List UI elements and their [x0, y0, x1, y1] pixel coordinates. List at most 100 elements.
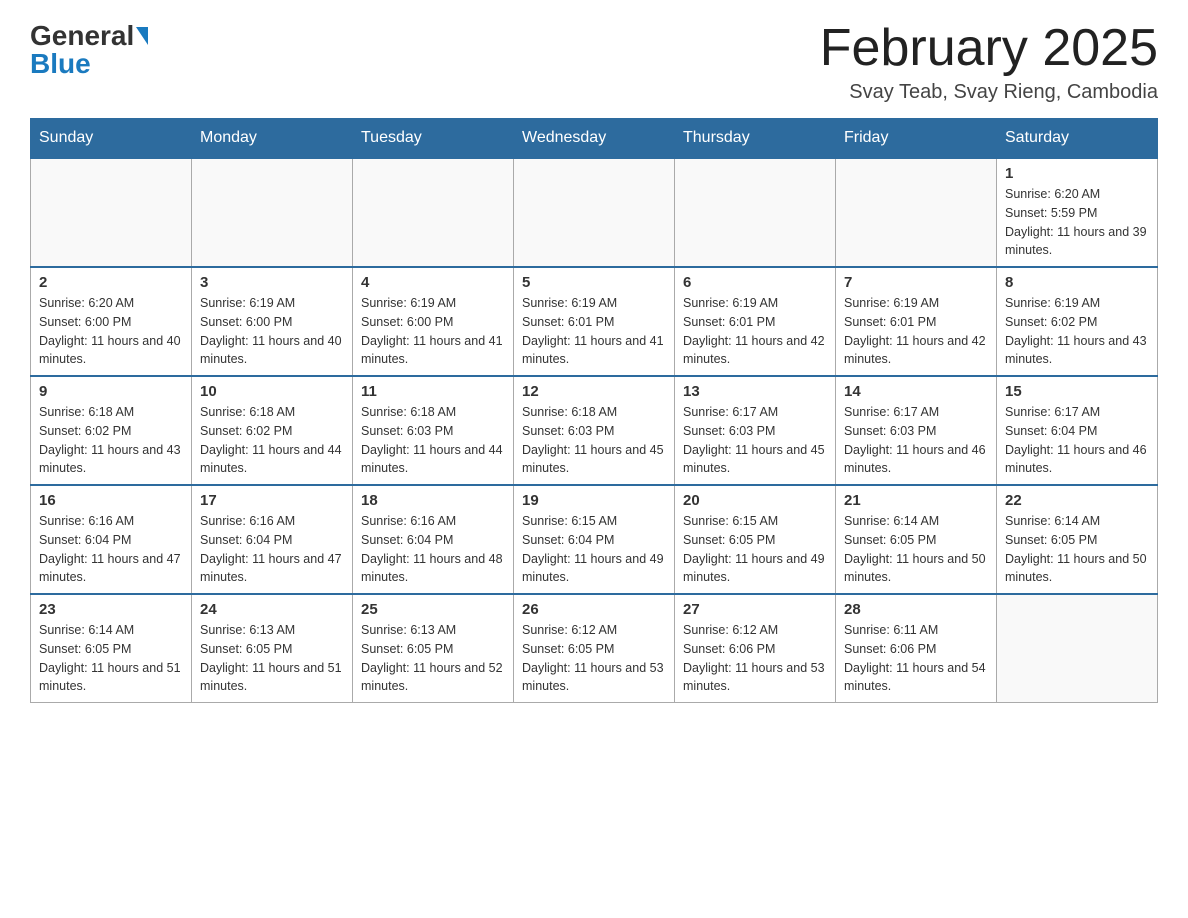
day-info: Sunrise: 6:17 AMSunset: 6:03 PMDaylight:… [844, 403, 988, 478]
day-info: Sunrise: 6:14 AMSunset: 6:05 PMDaylight:… [39, 621, 183, 696]
calendar-week-row: 23 Sunrise: 6:14 AMSunset: 6:05 PMDayligh… [31, 594, 1158, 703]
day-info: Sunrise: 6:12 AMSunset: 6:06 PMDaylight:… [683, 621, 827, 696]
day-info: Sunrise: 6:18 AMSunset: 6:03 PMDaylight:… [361, 403, 505, 478]
calendar-cell: 12 Sunrise: 6:18 AMSunset: 6:03 PMDayligh… [514, 376, 675, 485]
day-number: 25 [361, 601, 505, 618]
calendar-week-row: 1 Sunrise: 6:20 AMSunset: 5:59 PMDaylight… [31, 158, 1158, 267]
day-number: 20 [683, 492, 827, 509]
day-info: Sunrise: 6:16 AMSunset: 6:04 PMDaylight:… [361, 512, 505, 587]
day-number: 4 [361, 274, 505, 291]
calendar-cell: 6 Sunrise: 6:19 AMSunset: 6:01 PMDaylight… [675, 267, 836, 376]
day-number: 19 [522, 492, 666, 509]
calendar-cell: 11 Sunrise: 6:18 AMSunset: 6:03 PMDayligh… [353, 376, 514, 485]
calendar-cell: 1 Sunrise: 6:20 AMSunset: 5:59 PMDaylight… [997, 158, 1158, 267]
calendar-cell: 26Sunrise: 6:12 AMSunset: 6:05 PMDayligh… [514, 594, 675, 703]
day-number: 1 [1005, 165, 1149, 182]
calendar-table: SundayMondayTuesdayWednesdayThursdayFrid… [30, 118, 1158, 703]
calendar-cell: 10 Sunrise: 6:18 AMSunset: 6:02 PMDayligh… [192, 376, 353, 485]
day-number: 17 [200, 492, 344, 509]
logo: General Blue [30, 20, 150, 80]
calendar-header-monday: Monday [192, 119, 353, 159]
day-info: Sunrise: 6:19 AMSunset: 6:01 PMDaylight:… [683, 294, 827, 369]
day-number: 5 [522, 274, 666, 291]
day-number: 21 [844, 492, 988, 509]
calendar-cell [514, 158, 675, 267]
calendar-cell: 19 Sunrise: 6:15 AMSunset: 6:04 PMDayligh… [514, 485, 675, 594]
day-info: Sunrise: 6:18 AMSunset: 6:03 PMDaylight:… [522, 403, 666, 478]
day-info: Sunrise: 6:16 AMSunset: 6:04 PMDaylight:… [200, 512, 344, 587]
calendar-cell: 22 Sunrise: 6:14 AMSunset: 6:05 PMDayligh… [997, 485, 1158, 594]
calendar-cell [31, 158, 192, 267]
day-number: 12 [522, 383, 666, 400]
day-number: 9 [39, 383, 183, 400]
day-number: 3 [200, 274, 344, 291]
day-number: 18 [361, 492, 505, 509]
calendar-cell: 20Sunrise: 6:15 AMSunset: 6:05 PMDayligh… [675, 485, 836, 594]
calendar-header-row: SundayMondayTuesdayWednesdayThursdayFrid… [31, 119, 1158, 159]
calendar-cell: 7Sunrise: 6:19 AMSunset: 6:01 PMDaylight… [836, 267, 997, 376]
day-number: 10 [200, 383, 344, 400]
day-number: 15 [1005, 383, 1149, 400]
calendar-cell: 4Sunrise: 6:19 AMSunset: 6:00 PMDaylight… [353, 267, 514, 376]
logo-blue-text: Blue [30, 48, 91, 79]
day-info: Sunrise: 6:19 AMSunset: 6:02 PMDaylight:… [1005, 294, 1149, 369]
logo-arrow-icon [136, 27, 148, 45]
calendar-week-row: 16 Sunrise: 6:16 AMSunset: 6:04 PMDayligh… [31, 485, 1158, 594]
calendar-cell [192, 158, 353, 267]
calendar-cell [836, 158, 997, 267]
day-info: Sunrise: 6:19 AMSunset: 6:01 PMDaylight:… [522, 294, 666, 369]
calendar-cell: 9Sunrise: 6:18 AMSunset: 6:02 PMDaylight… [31, 376, 192, 485]
calendar-cell [675, 158, 836, 267]
calendar-cell: 25 Sunrise: 6:13 AMSunset: 6:05 PMDayligh… [353, 594, 514, 703]
day-number: 22 [1005, 492, 1149, 509]
day-number: 13 [683, 383, 827, 400]
calendar-cell: 18 Sunrise: 6:16 AMSunset: 6:04 PMDayligh… [353, 485, 514, 594]
calendar-header-saturday: Saturday [997, 119, 1158, 159]
day-number: 2 [39, 274, 183, 291]
calendar-cell: 28 Sunrise: 6:11 AMSunset: 6:06 PMDayligh… [836, 594, 997, 703]
day-info: Sunrise: 6:15 AMSunset: 6:04 PMDaylight:… [522, 512, 666, 587]
day-info: Sunrise: 6:20 AMSunset: 5:59 PMDaylight:… [1005, 185, 1149, 260]
calendar-header-tuesday: Tuesday [353, 119, 514, 159]
calendar-cell: 16 Sunrise: 6:16 AMSunset: 6:04 PMDayligh… [31, 485, 192, 594]
calendar-cell: 21 Sunrise: 6:14 AMSunset: 6:05 PMDayligh… [836, 485, 997, 594]
day-info: Sunrise: 6:12 AMSunset: 6:05 PMDaylight:… [522, 621, 666, 696]
day-info: Sunrise: 6:14 AMSunset: 6:05 PMDaylight:… [844, 512, 988, 587]
day-info: Sunrise: 6:18 AMSunset: 6:02 PMDaylight:… [200, 403, 344, 478]
day-number: 14 [844, 383, 988, 400]
calendar-cell: 24 Sunrise: 6:13 AMSunset: 6:05 PMDayligh… [192, 594, 353, 703]
day-number: 16 [39, 492, 183, 509]
calendar-cell: 14 Sunrise: 6:17 AMSunset: 6:03 PMDayligh… [836, 376, 997, 485]
calendar-header-thursday: Thursday [675, 119, 836, 159]
calendar-week-row: 9 Sunrise: 6:18 AMSunset: 6:02 PMDaylight… [31, 376, 1158, 485]
title-block: February 2025 Svay Teab, Svay Rieng, Cam… [820, 20, 1158, 104]
calendar-cell: 17 Sunrise: 6:16 AMSunset: 6:04 PMDayligh… [192, 485, 353, 594]
day-info: Sunrise: 6:13 AMSunset: 6:05 PMDaylight:… [361, 621, 505, 696]
calendar-cell: 2 Sunrise: 6:20 AMSunset: 6:00 PMDaylight… [31, 267, 192, 376]
location-subtitle: Svay Teab, Svay Rieng, Cambodia [820, 81, 1158, 104]
page-header: General Blue February 2025 Svay Teab, Sv… [30, 20, 1158, 104]
day-number: 27 [683, 601, 827, 618]
calendar-cell: 27 Sunrise: 6:12 AMSunset: 6:06 PMDayligh… [675, 594, 836, 703]
calendar-cell [997, 594, 1158, 703]
day-info: Sunrise: 6:11 AMSunset: 6:06 PMDaylight:… [844, 621, 988, 696]
calendar-header-sunday: Sunday [31, 119, 192, 159]
calendar-cell: 8Sunrise: 6:19 AMSunset: 6:02 PMDaylight… [997, 267, 1158, 376]
calendar-cell: 23 Sunrise: 6:14 AMSunset: 6:05 PMDayligh… [31, 594, 192, 703]
day-number: 11 [361, 383, 505, 400]
day-number: 7 [844, 274, 988, 291]
day-number: 28 [844, 601, 988, 618]
calendar-cell: 5 Sunrise: 6:19 AMSunset: 6:01 PMDaylight… [514, 267, 675, 376]
calendar-header-wednesday: Wednesday [514, 119, 675, 159]
day-number: 23 [39, 601, 183, 618]
calendar-header-friday: Friday [836, 119, 997, 159]
calendar-week-row: 2 Sunrise: 6:20 AMSunset: 6:00 PMDaylight… [31, 267, 1158, 376]
day-number: 6 [683, 274, 827, 291]
month-title: February 2025 [820, 20, 1158, 77]
day-info: Sunrise: 6:16 AMSunset: 6:04 PMDaylight:… [39, 512, 183, 587]
day-number: 24 [200, 601, 344, 618]
day-info: Sunrise: 6:20 AMSunset: 6:00 PMDaylight:… [39, 294, 183, 369]
calendar-cell: 3Sunrise: 6:19 AMSunset: 6:00 PMDaylight… [192, 267, 353, 376]
day-info: Sunrise: 6:14 AMSunset: 6:05 PMDaylight:… [1005, 512, 1149, 587]
day-info: Sunrise: 6:13 AMSunset: 6:05 PMDaylight:… [200, 621, 344, 696]
